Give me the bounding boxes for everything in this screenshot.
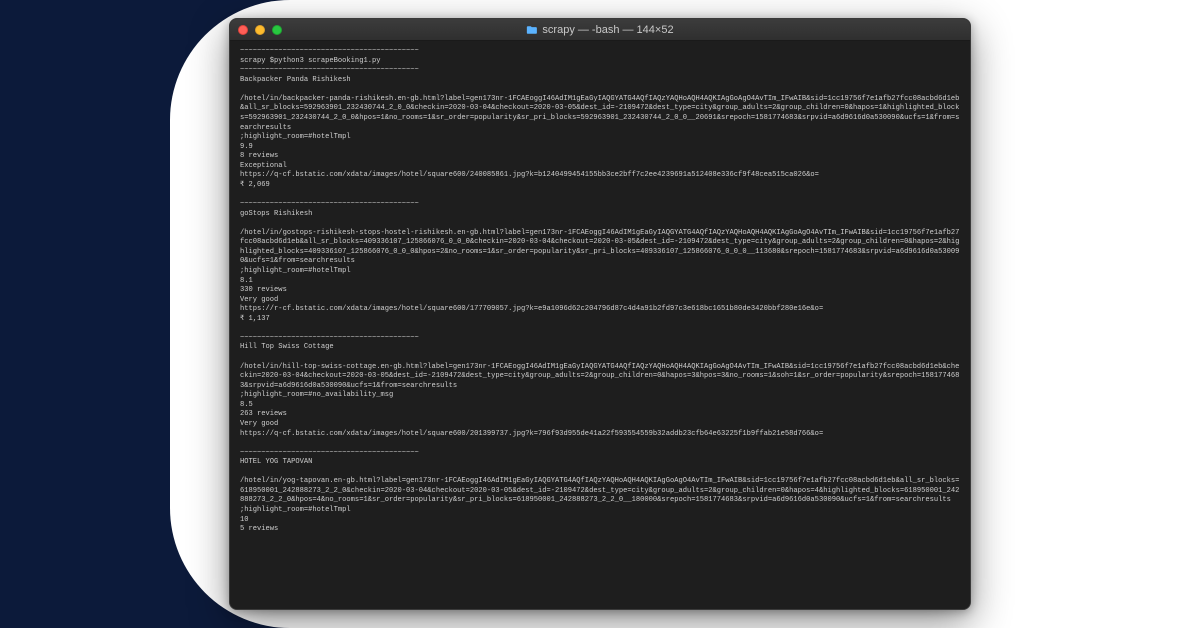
window-title-text: scrapy — -bash — 144×52 (542, 24, 673, 36)
maximize-icon[interactable] (272, 25, 282, 35)
window-titlebar: scrapy — -bash — 144×52 (230, 19, 970, 41)
terminal-window: scrapy — -bash — 144×52 ~~~~~~~~~~~~~~~~… (229, 18, 971, 610)
folder-icon (526, 25, 538, 35)
minimize-icon[interactable] (255, 25, 265, 35)
close-icon[interactable] (238, 25, 248, 35)
traffic-lights (238, 25, 282, 35)
window-title: scrapy — -bash — 144×52 (230, 24, 970, 36)
terminal-output[interactable]: ~~~~~~~~~~~~~~~~~~~~~~~~~~~~~~~~~~~~~~~~… (230, 41, 970, 609)
